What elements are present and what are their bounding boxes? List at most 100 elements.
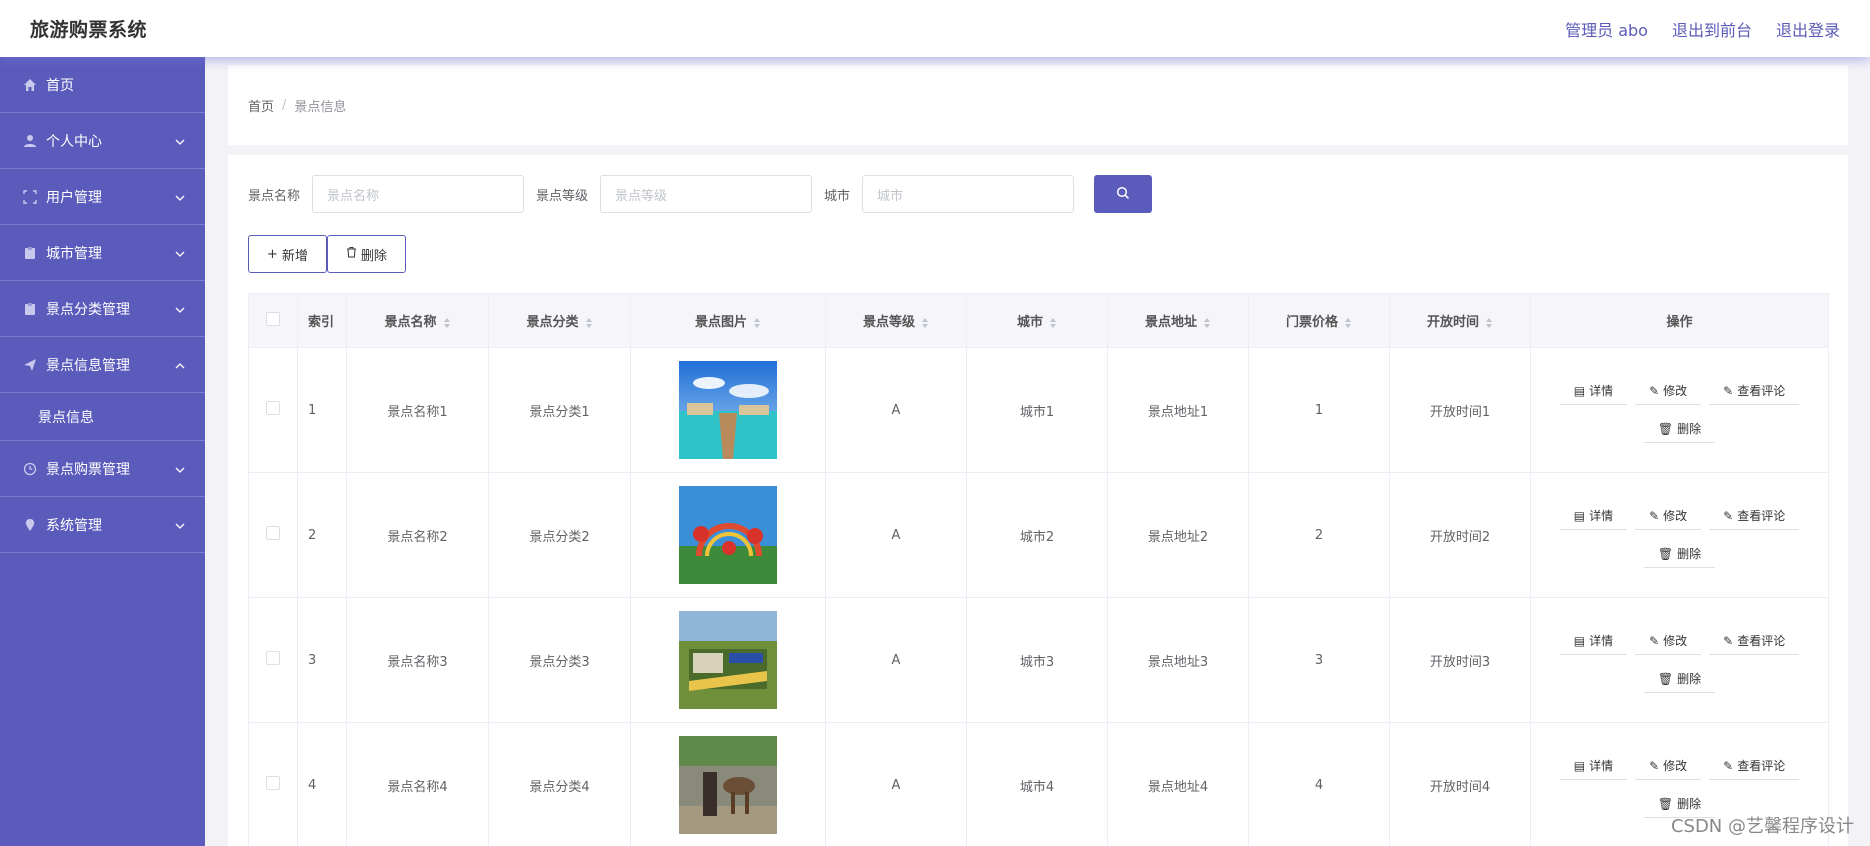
row-select-cell[interactable] — [248, 347, 298, 473]
sidebar-item-users[interactable]: 用户管理 — [0, 169, 205, 225]
delete-label: 删除 — [1677, 672, 1702, 686]
search-button[interactable] — [1094, 175, 1153, 213]
clipboard-icon — [22, 245, 38, 261]
row-select-cell[interactable] — [248, 722, 298, 846]
sidebar-item-label: 系统管理 — [46, 517, 102, 534]
logout-link[interactable]: 退出登录 — [1776, 17, 1840, 41]
sidebar-item-profile[interactable]: 个人中心 — [0, 113, 205, 169]
column-header-actions: 操作 — [1530, 293, 1829, 348]
breadcrumb-separator: / — [282, 97, 287, 113]
column-header-image[interactable]: 景点图片 — [630, 293, 826, 348]
detail-button[interactable]: ▤ 详情 — [1559, 627, 1628, 655]
column-header-address[interactable]: 景点地址 — [1107, 293, 1249, 348]
sidebar-item-cities[interactable]: 城市管理 — [0, 225, 205, 281]
fullscreen-icon — [22, 189, 38, 205]
cell-name: 景点名称3 — [346, 597, 489, 723]
sort-icon[interactable] — [921, 317, 929, 329]
cell-actions: ▤ 详情 ✎ 修改 ✎ 查看评论 🗑 删除 — [1530, 597, 1829, 723]
spot-image-camel-farm[interactable] — [679, 736, 777, 834]
breadcrumb-home[interactable]: 首页 — [248, 96, 274, 115]
view-comments-button[interactable]: ✎ 查看评论 — [1709, 502, 1800, 530]
city-label: 城市 — [824, 188, 851, 204]
sidebar-item-system[interactable]: 系统管理 — [0, 497, 205, 553]
row-checkbox[interactable] — [266, 776, 280, 790]
back-to-front-link[interactable]: 退出到前台 — [1672, 17, 1752, 41]
row-delete-button[interactable]: 🗑 删除 — [1643, 665, 1716, 693]
sidebar-item-label: 个人中心 — [46, 133, 102, 150]
home-icon — [22, 77, 38, 93]
detail-button[interactable]: ▤ 详情 — [1559, 502, 1628, 530]
spot-image-arch-garden[interactable] — [679, 486, 777, 584]
pencil-icon: ✎ — [1649, 383, 1660, 398]
sort-icon[interactable] — [1344, 317, 1352, 329]
city-input[interactable]: 城市 — [862, 175, 1075, 213]
user-icon — [22, 133, 38, 149]
cell-address: 景点地址1 — [1107, 347, 1249, 473]
search-icon — [1116, 185, 1130, 204]
row-select-cell[interactable] — [248, 597, 298, 723]
admin-user-link[interactable]: 管理员 abo — [1565, 17, 1648, 41]
row-checkbox[interactable] — [266, 401, 280, 415]
sort-icon[interactable] — [1203, 317, 1211, 329]
row-checkbox[interactable] — [266, 526, 280, 540]
sort-icon[interactable] — [1049, 317, 1057, 329]
view-comments-button[interactable]: ✎ 查看评论 — [1709, 627, 1800, 655]
select-all-cell[interactable] — [248, 293, 298, 348]
spot-image-park-sign[interactable] — [679, 611, 777, 709]
comments-label: 查看评论 — [1737, 509, 1786, 523]
view-comments-button[interactable]: ✎ 查看评论 — [1709, 377, 1800, 405]
cell-price: 2 — [1248, 472, 1390, 598]
column-header-open-time[interactable]: 开放时间 — [1389, 293, 1531, 348]
row-delete-button[interactable]: 🗑 删除 — [1643, 540, 1716, 568]
sidebar: 首页 个人中心 用户管理 城市管理 景点分类管理 景点信息管理 景点信息 景点购… — [0, 57, 205, 846]
sort-icon[interactable] — [585, 317, 593, 329]
batch-delete-button[interactable]: 删除 — [326, 235, 406, 273]
spot-image-beach[interactable] — [679, 361, 777, 459]
sidebar-item-home[interactable]: 首页 — [0, 57, 205, 113]
view-comments-button[interactable]: ✎ 查看评论 — [1709, 752, 1800, 780]
select-all-checkbox[interactable] — [266, 311, 280, 326]
chevron-down-icon — [175, 301, 185, 317]
spot-level-label: 景点等级 — [536, 188, 589, 204]
edit-button[interactable]: ✎ 修改 — [1635, 377, 1702, 405]
sort-icon[interactable] — [753, 317, 761, 329]
trash-icon — [346, 246, 357, 262]
trash-icon: 🗑 — [1657, 546, 1674, 561]
pencil-icon: ✎ — [1649, 758, 1660, 773]
column-header-category[interactable]: 景点分类 — [488, 293, 631, 348]
pencil-icon: ✎ — [1723, 758, 1734, 773]
sidebar-item-label: 景点购票管理 — [46, 461, 130, 478]
sidebar-subitem-spot-info[interactable]: 景点信息 — [0, 393, 205, 441]
edit-button[interactable]: ✎ 修改 — [1635, 627, 1702, 655]
sidebar-item-spots[interactable]: 景点信息管理 — [0, 337, 205, 393]
detail-button[interactable]: ▤ 详情 — [1559, 752, 1628, 780]
clock-icon — [22, 461, 38, 477]
detail-button[interactable]: ▤ 详情 — [1559, 377, 1628, 405]
edit-button[interactable]: ✎ 修改 — [1635, 502, 1702, 530]
edit-button[interactable]: ✎ 修改 — [1635, 752, 1702, 780]
comments-label: 查看评论 — [1737, 634, 1786, 648]
sidebar-item-tickets[interactable]: 景点购票管理 — [0, 441, 205, 497]
sort-icon[interactable] — [1485, 317, 1493, 329]
row-delete-button[interactable]: 🗑 删除 — [1643, 415, 1716, 443]
edit-label: 修改 — [1663, 384, 1688, 398]
sort-icon[interactable] — [443, 317, 451, 329]
chevron-down-icon — [175, 517, 185, 533]
cell-price: 3 — [1248, 597, 1390, 723]
table-row: 1 景点名称1 景点分类1 A 城市1 景点地址1 1 开放时间1 ▤ 详情 ✎… — [248, 347, 1829, 473]
column-header-level[interactable]: 景点等级 — [825, 293, 967, 348]
row-checkbox[interactable] — [266, 651, 280, 665]
column-header-label: 景点图片 — [694, 315, 747, 330]
column-header-name[interactable]: 景点名称 — [346, 293, 489, 348]
sidebar-item-categories[interactable]: 景点分类管理 — [0, 281, 205, 337]
spot-level-input[interactable]: 景点等级 — [600, 175, 813, 213]
table-row: 3 景点名称3 景点分类3 A 城市3 景点地址3 3 开放时间3 ▤ 详情 ✎… — [248, 597, 1829, 723]
spot-name-input[interactable]: 景点名称 — [312, 175, 525, 213]
document-icon: ▤ — [1573, 633, 1586, 648]
column-header-price[interactable]: 门票价格 — [1248, 293, 1390, 348]
row-select-cell[interactable] — [248, 472, 298, 598]
cell-price: 1 — [1248, 347, 1390, 473]
column-header-city[interactable]: 城市 — [966, 293, 1108, 348]
add-button[interactable]: + 新增 — [248, 235, 327, 273]
cell-address: 景点地址2 — [1107, 472, 1249, 598]
